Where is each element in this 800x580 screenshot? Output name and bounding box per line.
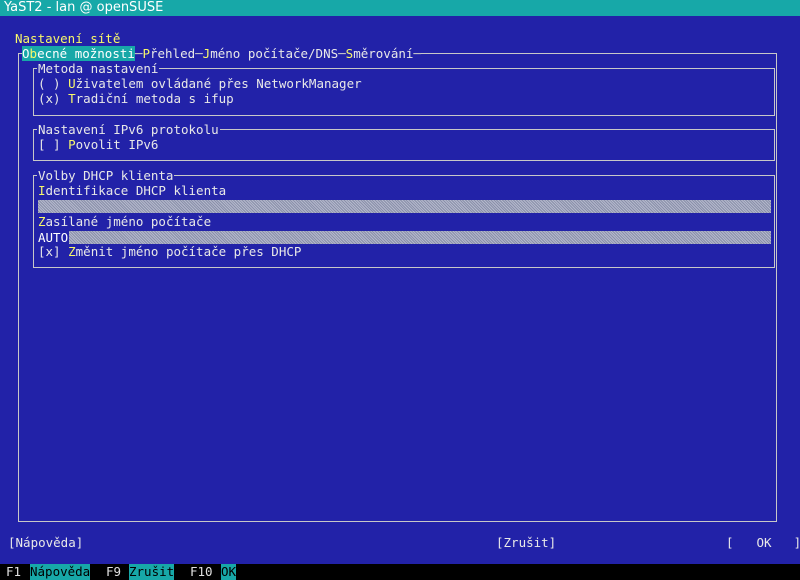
radio-marker: ( )	[38, 76, 61, 91]
checkbox-marker: [ ]	[38, 137, 61, 152]
tab-separator: ─	[134, 46, 143, 61]
radio-label: Uživatelem ovládané přes NetworkManager	[68, 76, 362, 91]
dhcp-client-id-input[interactable]	[38, 200, 771, 213]
dialog-title: Nastavení sítě	[15, 31, 121, 46]
tab-overview[interactable]: Přehled	[142, 46, 195, 61]
ipv6-legend: Nastavení IPv6 protokolu	[37, 122, 220, 137]
hostname-value: AUTO	[38, 230, 70, 245]
hostname-to-send-input[interactable]: AUTO	[38, 230, 771, 245]
change-hostname-checkbox[interactable]: [x] Změnit jméno počítače přes DHCP	[38, 244, 301, 259]
tab-separator: ─	[338, 46, 346, 61]
hostname-to-send-label: Zasílané jméno počítače	[38, 214, 212, 229]
enable-ipv6-checkbox[interactable]: [ ] Povolit IPv6	[38, 137, 158, 152]
tab-general-options[interactable]: Obecné možnosti	[22, 46, 135, 61]
dhcp-legend: Volby DHCP klienta	[37, 168, 175, 183]
checkbox-marker: [x]	[38, 244, 61, 259]
checkbox-label: Povolit IPv6	[68, 137, 159, 152]
radio-networkmanager[interactable]: ( ) Uživatelem ovládané přes NetworkMana…	[38, 76, 362, 91]
fkey-help[interactable]: Nápověda	[30, 564, 91, 580]
radio-label: Tradiční metoda s ifup	[68, 91, 234, 106]
checkbox-label: Změnit jméno počítače přes DHCP	[68, 244, 302, 259]
setup-method-legend: Metoda nastavení	[37, 61, 160, 76]
fkey-f9: F9	[106, 564, 122, 579]
tab-separator: ─	[413, 46, 421, 61]
tab-separator: ─	[195, 46, 203, 61]
fkey-cancel[interactable]: Zrušit	[129, 564, 175, 580]
radio-marker: (x)	[38, 91, 61, 106]
tab-bar: Obecné možnosti ─ Přehled ─ Jméno počítače/D…	[22, 46, 421, 61]
function-key-bar: F1 Nápověda F9 Zrušit F10 OK	[0, 564, 800, 580]
ok-label: OK	[756, 535, 772, 550]
tab-hostname-dns[interactable]: Jméno počítače/DNS	[203, 46, 338, 61]
fkey-f10: F10	[190, 564, 213, 579]
help-button[interactable]: [Nápověda]	[8, 535, 83, 550]
tab-routing[interactable]: Směrování	[346, 46, 414, 61]
radio-ifup[interactable]: (x) Tradiční metoda s ifup	[38, 91, 234, 106]
cancel-button[interactable]: [Zrušit]	[496, 535, 556, 550]
fkey-ok[interactable]: OK	[221, 564, 237, 580]
fkey-f1: F1	[6, 564, 22, 579]
dhcp-client-id-label: Identifikace DHCP klienta	[38, 183, 227, 198]
ok-button[interactable]: [OK]	[726, 535, 800, 550]
window-title: YaST2 - lan @ openSUSE	[4, 0, 164, 15]
window-titlebar: YaST2 - lan @ openSUSE	[0, 0, 800, 16]
